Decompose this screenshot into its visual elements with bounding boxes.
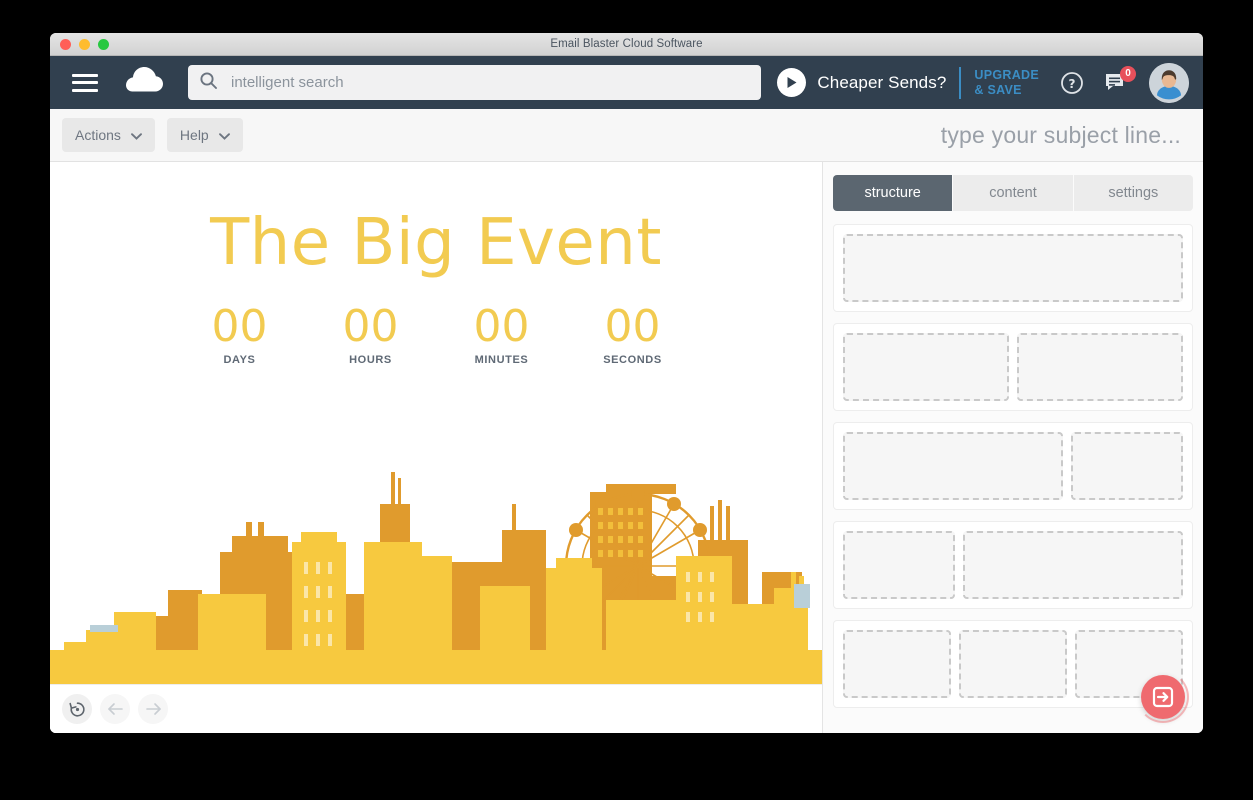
play-icon[interactable] [777,68,807,97]
block-cell[interactable] [1071,432,1183,500]
secondary-toolbar: Actions Help type your subject line... [50,109,1203,162]
countdown-value: 00 [473,301,530,352]
two-column-wide-narrow-block[interactable] [833,422,1193,510]
countdown-unit: 00 DAYS [196,301,284,367]
block-cell[interactable] [843,234,1183,302]
countdown-label: DAYS [223,354,256,366]
countdown-timer[interactable]: 00 DAYS 00 HOURS 00 MINUTES 00 SECONDS [50,301,822,367]
window-title: Email Blaster Cloud Software [550,38,703,50]
block-cell[interactable] [843,630,951,698]
export-button[interactable] [1137,671,1189,723]
sidebar-tabs: structure content settings [833,175,1193,211]
help-label: Help [179,127,209,143]
countdown-label: MINUTES [474,354,529,366]
block-cell[interactable] [1017,333,1183,401]
search-bar[interactable] [188,65,761,100]
chevron-down-icon [218,127,230,143]
upgrade-line-2: & SAVE [974,82,1022,97]
minimize-window-button[interactable] [79,38,90,50]
block-cell[interactable] [963,531,1183,599]
window-traffic-lights [60,38,109,50]
arrow-into-box-icon [1152,686,1174,708]
upgrade-save-link[interactable]: UPGRADE & SAVE [974,68,1039,98]
two-column-narrow-wide-block[interactable] [833,521,1193,609]
messages-button[interactable]: 0 [1105,65,1136,93]
help-dropdown-button[interactable]: Help [166,118,243,152]
promo-text: Cheaper Sends? [817,72,947,92]
countdown-label: HOURS [349,354,392,366]
block-cell[interactable] [959,630,1067,698]
undo-button[interactable] [100,694,130,724]
svg-text:?: ? [1069,76,1076,90]
cloud-icon[interactable] [126,67,164,98]
tab-settings[interactable]: settings [1073,175,1193,211]
search-input[interactable] [229,73,749,92]
hamburger-menu-icon[interactable] [72,73,98,92]
question-mark-icon: ? [1061,71,1083,94]
countdown-label: SECONDS [603,354,662,366]
upgrade-line-1: UPGRADE [974,67,1039,82]
countdown-unit: 00 MINUTES [458,301,546,367]
message-badge: 0 [1120,65,1136,82]
window-titlebar: Email Blaster Cloud Software [50,33,1203,56]
countdown-unit: 00 SECONDS [589,301,677,367]
help-button[interactable]: ? [1061,71,1083,94]
header-right-cluster: Cheaper Sends? UPGRADE & SAVE ? 0 [777,62,1189,103]
block-cell[interactable] [843,432,1063,500]
tab-content[interactable]: content [953,175,1074,211]
promo-divider [959,66,962,99]
countdown-unit: 00 HOURS [327,301,415,367]
two-column-equal-block[interactable] [833,323,1193,411]
redo-button[interactable] [138,694,168,724]
email-headline[interactable]: The Big Event [50,206,822,280]
upgrade-promo[interactable]: Cheaper Sends? UPGRADE & SAVE [777,66,1039,99]
structure-block-list [823,211,1203,733]
workspace: The Big Event 00 DAYS 00 HOURS 00 MINUTE… [50,162,1203,733]
maximize-window-button[interactable] [98,38,109,50]
subject-line-input[interactable]: type your subject line... [941,122,1191,149]
editor-sidebar: structure content settings [823,162,1203,733]
email-canvas-pane: The Big Event 00 DAYS 00 HOURS 00 MINUTE… [50,162,823,733]
countdown-value: 00 [211,301,268,352]
block-cell[interactable] [843,333,1009,401]
close-window-button[interactable] [60,38,71,50]
city-skyline-illustration [50,472,822,684]
tab-structure[interactable]: structure [833,175,954,211]
email-preview-canvas[interactable]: The Big Event 00 DAYS 00 HOURS 00 MINUTE… [50,162,822,684]
block-cell[interactable] [843,531,955,599]
app-header: Cheaper Sends? UPGRADE & SAVE ? [50,56,1203,109]
countdown-value: 00 [342,301,399,352]
countdown-value: 00 [604,301,661,352]
arrow-right-icon [145,703,161,715]
one-column-block[interactable] [833,224,1193,312]
application-window: Email Blaster Cloud Software intelligent… [50,33,1203,733]
actions-label: Actions [75,127,121,143]
actions-dropdown-button[interactable]: Actions [62,118,155,152]
restore-history-button[interactable] [62,694,92,724]
restore-icon [68,701,85,717]
avatar[interactable] [1149,62,1189,103]
search-icon [200,71,217,94]
canvas-footer-toolbar [50,684,822,733]
arrow-left-icon [107,703,123,715]
chevron-down-icon [130,127,142,143]
